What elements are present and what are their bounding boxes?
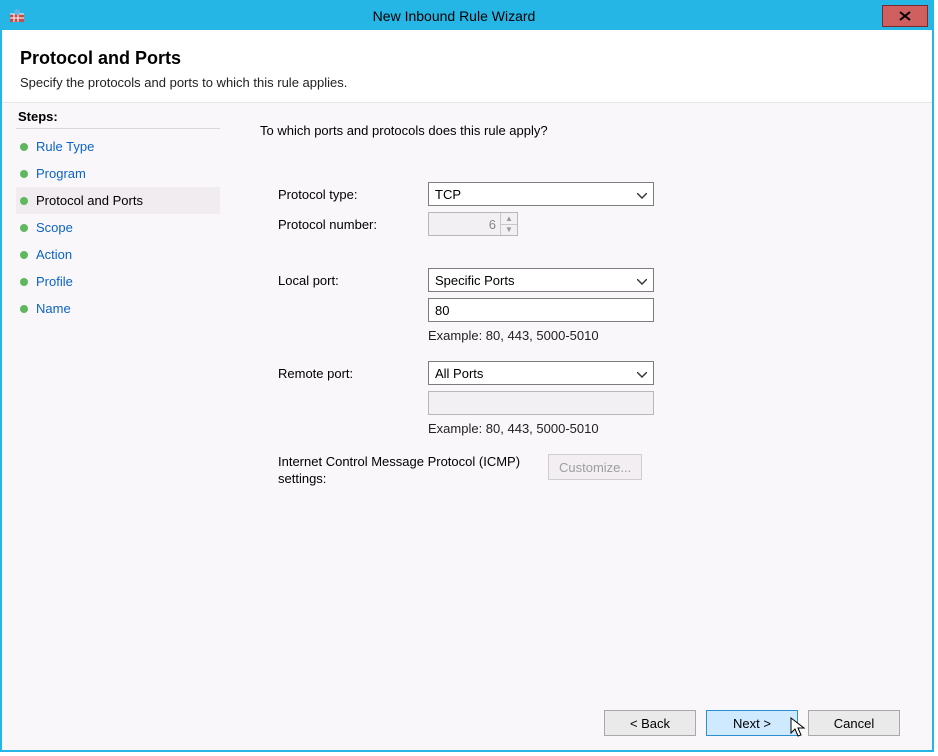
customize-button: Customize... — [548, 454, 642, 480]
chevron-down-icon — [637, 273, 647, 288]
step-protocol-and-ports: Protocol and Ports — [16, 187, 220, 214]
remote-port-example: Example: 80, 443, 5000-5010 — [428, 421, 654, 436]
local-port-label: Local port: — [278, 273, 428, 288]
step-bullet-icon — [20, 305, 28, 313]
steps-label: Steps: — [16, 109, 220, 129]
spin-down-icon: ▼ — [501, 225, 517, 236]
step-label: Action — [36, 247, 72, 262]
back-button[interactable]: < Back — [604, 710, 696, 736]
protocol-number-label: Protocol number: — [278, 217, 428, 232]
step-action[interactable]: Action — [16, 241, 220, 268]
local-port-select-value: Specific Ports — [435, 273, 514, 288]
protocol-type-label: Protocol type: — [278, 187, 428, 202]
step-bullet-icon — [20, 197, 28, 205]
spin-buttons: ▲ ▼ — [500, 213, 517, 235]
step-bullet-icon — [20, 170, 28, 178]
protocol-type-value: TCP — [435, 187, 461, 202]
window-title: New Inbound Rule Wizard — [26, 8, 882, 24]
wizard-content: To which ports and protocols does this r… — [220, 103, 932, 750]
step-rule-type[interactable]: Rule Type — [16, 133, 220, 160]
spin-up-icon: ▲ — [501, 213, 517, 225]
titlebar: New Inbound Rule Wizard — [2, 2, 932, 30]
page-subtitle: Specify the protocols and ports to which… — [20, 75, 914, 90]
step-bullet-icon — [20, 251, 28, 259]
local-port-select[interactable]: Specific Ports — [428, 268, 654, 292]
chevron-down-icon — [637, 366, 647, 381]
next-button[interactable]: Next > — [706, 710, 798, 736]
protocol-number-field: 6 ▲ ▼ — [428, 212, 518, 236]
step-name[interactable]: Name — [16, 295, 220, 322]
firewall-app-icon — [8, 7, 26, 25]
local-port-input[interactable] — [428, 298, 654, 322]
form-area: Protocol type: TCP Protocol number: 6 ▲ — [278, 182, 900, 488]
question-text: To which ports and protocols does this r… — [260, 123, 900, 138]
local-port-example: Example: 80, 443, 5000-5010 — [428, 328, 654, 343]
close-button[interactable] — [882, 5, 928, 27]
remote-port-input — [428, 391, 654, 415]
steps-sidebar: Steps: Rule Type Program Protocol and Po… — [2, 103, 220, 750]
step-bullet-icon — [20, 278, 28, 286]
icmp-settings-label: Internet Control Message Protocol (ICMP)… — [278, 454, 548, 488]
cancel-button[interactable]: Cancel — [808, 710, 900, 736]
wizard-footer: < Back Next > Cancel — [604, 710, 900, 736]
step-profile[interactable]: Profile — [16, 268, 220, 295]
remote-port-select[interactable]: All Ports — [428, 361, 654, 385]
step-label: Protocol and Ports — [36, 193, 143, 208]
step-label: Program — [36, 166, 86, 181]
wizard-header: Protocol and Ports Specify the protocols… — [2, 30, 932, 103]
chevron-down-icon — [637, 187, 647, 202]
wizard-body: Steps: Rule Type Program Protocol and Po… — [2, 103, 932, 750]
step-label: Scope — [36, 220, 73, 235]
step-program[interactable]: Program — [16, 160, 220, 187]
step-bullet-icon — [20, 143, 28, 151]
protocol-number-value: 6 — [429, 217, 500, 232]
step-bullet-icon — [20, 224, 28, 232]
step-label: Profile — [36, 274, 73, 289]
remote-port-label: Remote port: — [278, 366, 428, 381]
remote-port-select-value: All Ports — [435, 366, 483, 381]
step-scope[interactable]: Scope — [16, 214, 220, 241]
wizard-window: New Inbound Rule Wizard Protocol and Por… — [0, 0, 934, 752]
step-label: Rule Type — [36, 139, 94, 154]
page-heading: Protocol and Ports — [20, 48, 914, 69]
step-label: Name — [36, 301, 71, 316]
protocol-type-select[interactable]: TCP — [428, 182, 654, 206]
